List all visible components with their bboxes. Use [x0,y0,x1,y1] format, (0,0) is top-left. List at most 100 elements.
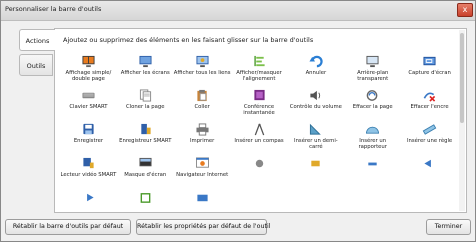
clear-ink-icon [423,92,436,102]
tool-item[interactable]: Afficher tous les liens [174,55,231,89]
tool-label: Afficher/masquer l'alignement [236,70,282,83]
tool-label: Insérer une règle [406,138,453,144]
tool-item[interactable]: Coller [174,89,231,123]
partial-icon-4 [424,159,431,168]
tool-label: Contrôle du volume [289,104,342,110]
customize-toolbar-dialog: Personnaliser la barre d'outils x Action… [0,0,476,242]
tool-item[interactable] [401,157,458,191]
tool-item[interactable]: Insérer un rapporteur [344,123,401,157]
tool-label: Cloner la page [126,104,165,110]
internet-browser-icon [195,157,209,168]
volume-icon [310,90,321,101]
tool-label: Lecteur vidéo SMART [60,172,117,178]
tool-label: Navigateur Internet [176,172,229,178]
partial-icon-2 [311,160,321,167]
print-icon [196,123,209,136]
tool-label: Masque d'écran [124,172,167,178]
tool-label: Afficher les écrans [120,70,170,76]
tab-outils[interactable]: Outils [19,54,53,76]
instructions-text: Ajoutez ou supprimez des éléments en les… [63,36,314,44]
window-title: Personnaliser la barre d'outils [5,5,102,13]
set-square-icon [310,123,322,135]
tool-label: Insérer un demi-carré [294,138,338,151]
protractor-icon [366,126,380,134]
tool-item[interactable]: Cloner la page [117,89,174,123]
screen-shade-icon [139,157,152,167]
done-button[interactable]: Terminer [426,219,471,235]
screen-capture-icon [423,56,436,66]
tool-item[interactable]: Clavier SMART [60,89,117,123]
partial-icon-5 [87,193,94,202]
video-player-icon [83,157,94,169]
transparent-background-icon [366,55,379,68]
tab-actions[interactable]: Actions [19,29,55,51]
clone-page-icon [139,89,151,102]
tool-label: Afficher tous les liens [173,70,231,76]
tool-item[interactable]: Affichage simple/ double page [60,55,117,89]
scrollbar-thumb[interactable] [460,33,464,123]
tool-item[interactable] [287,157,344,191]
links-icon [196,55,209,68]
ruler-icon [422,124,437,135]
tool-item[interactable]: Insérer une règle [401,123,458,157]
reset-toolbar-button[interactable]: Rétablir la barre d'outils par défaut [5,219,131,235]
tool-label: Capture d'écran [408,70,451,76]
tool-label: Effacer la page [352,104,393,110]
tool-item[interactable]: Afficher les écrans [117,55,174,89]
tool-item[interactable]: Afficher/masquer l'alignement [231,55,288,89]
close-button[interactable]: x [457,3,473,17]
tool-item[interactable]: Imprimer [174,123,231,157]
monitor-double-icon [82,55,95,68]
tool-item[interactable]: Contrôle du volume [287,89,344,123]
tool-label: Annuler [305,70,327,76]
tool-item[interactable]: Annuler [287,55,344,89]
tool-item[interactable]: Masque d'écran [117,157,174,191]
partial-icon-7 [197,194,208,202]
partial-icon-1 [255,159,263,168]
tool-label: Imprimer [189,138,215,144]
tool-item[interactable] [174,191,231,212]
tool-item[interactable] [117,191,174,212]
alignment-icon [253,55,265,67]
screens-icon [139,55,152,68]
tool-item[interactable]: Conférence instantanée [231,89,288,123]
clear-page-icon [366,90,378,101]
tool-item[interactable]: Navigateur Internet [174,157,231,191]
save-icon [83,123,94,135]
tool-item[interactable] [231,157,288,191]
tool-label: Effacer l'encre [410,104,449,110]
undo-icon [309,55,323,68]
tools-panel: Ajoutez ou supprimez des éléments en les… [54,28,467,213]
tool-label: Affichage simple/ double page [65,70,112,83]
tool-label: Coller [194,104,210,110]
tool-label: Arrière-plan transparent [357,70,389,83]
reset-tool-properties-button[interactable]: Rétablir les propriétés par défaut de l'… [136,219,270,235]
bottom-bar: Rétablir la barre d'outils par défaut Ré… [1,216,475,241]
tool-item[interactable]: Enregistreur SMART [117,123,174,157]
tool-item[interactable] [60,191,117,212]
paste-icon [197,89,207,102]
tool-label: Conférence instantanée [243,104,275,117]
tool-label: Enregistrer [73,138,104,144]
tool-label: Clavier SMART [69,104,108,110]
tool-label: Insérer un compas [234,138,284,144]
tool-item[interactable] [344,157,401,191]
conference-icon [253,89,265,101]
partial-icon-3 [368,162,377,166]
tool-item[interactable]: Enregistrer [60,123,117,157]
title-bar: Personnaliser la barre d'outils x [1,1,475,21]
tool-label: Insérer un rapporteur [358,138,387,151]
vertical-scrollbar[interactable] [459,30,465,211]
tool-item[interactable]: Lecteur vidéo SMART [60,157,117,191]
tool-item[interactable]: Insérer un demi-carré [287,123,344,157]
tool-item[interactable]: Capture d'écran [401,55,458,89]
tool-item[interactable]: Effacer l'encre [401,89,458,123]
keyboard-icon [82,92,95,99]
compass-icon [254,123,264,136]
tool-item[interactable]: Effacer la page [344,89,401,123]
partial-icon-6 [140,193,151,203]
recorder-icon [141,123,151,135]
tool-item[interactable]: Insérer un compas [231,123,288,157]
tools-grid: Affichage simple/ double page Afficher le… [60,55,458,212]
tool-item[interactable]: Arrière-plan transparent [344,55,401,89]
